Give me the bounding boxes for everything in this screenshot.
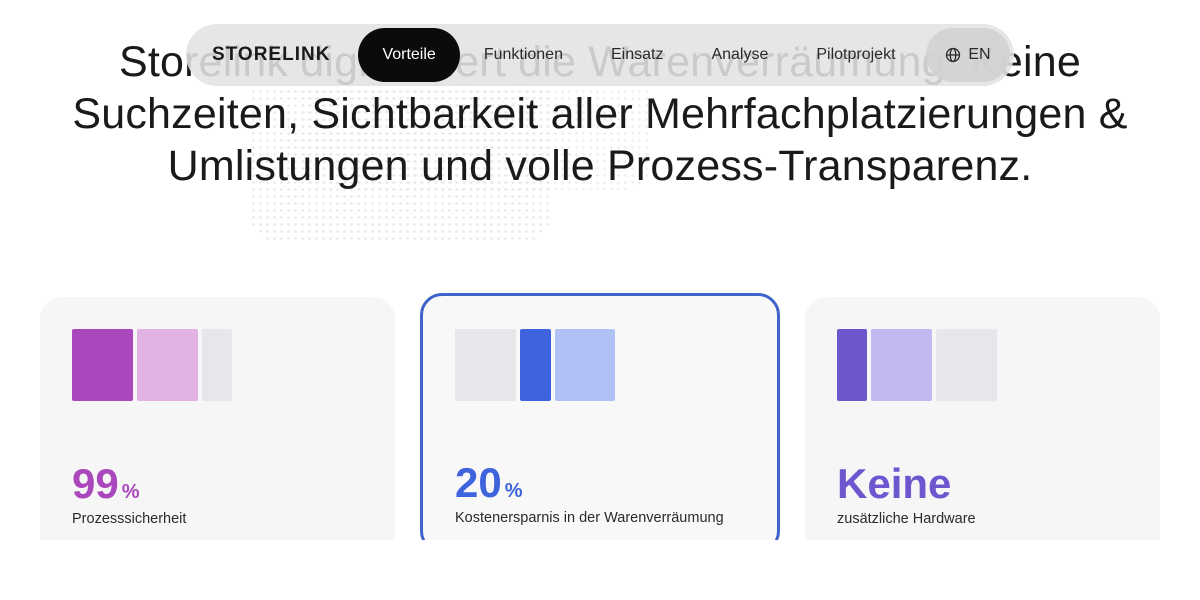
color-bars — [837, 329, 1128, 401]
storelink-logo[interactable]: STORELINK — [212, 44, 330, 66]
color-bars — [72, 329, 363, 401]
color-bar — [555, 329, 615, 401]
nav-item-analyse[interactable]: Analyse — [687, 28, 792, 82]
color-bar — [520, 329, 551, 401]
color-bar — [455, 329, 516, 401]
stat-number: 99 — [72, 460, 119, 507]
color-bar — [137, 329, 198, 401]
top-navigation: STORELINK Vorteile Funktionen Einsatz An… — [186, 24, 1014, 86]
stat-value: 99 % — [72, 462, 140, 506]
nav-item-vorteile[interactable]: Vorteile — [358, 28, 460, 82]
nav-item-einsatz[interactable]: Einsatz — [587, 28, 687, 82]
stat-card-hardware[interactable]: Keine zusätzliche Hardware — [805, 297, 1160, 557]
stat-caption: Prozesssicherheit — [72, 511, 187, 527]
color-bar — [837, 329, 867, 401]
stat-unit: % — [504, 480, 523, 502]
color-bar — [871, 329, 932, 401]
language-switch-button[interactable]: EN — [926, 28, 1010, 82]
stat-card-kostenersparnis[interactable]: 20 % Kostenersparnis in der Warenverräum… — [420, 293, 780, 553]
stat-number: Keine — [837, 460, 952, 507]
color-bars — [455, 329, 745, 401]
color-bar — [202, 329, 232, 401]
color-bar — [72, 329, 133, 401]
globe-icon — [946, 47, 961, 63]
nav-item-funktionen[interactable]: Funktionen — [460, 28, 587, 82]
language-label: EN — [968, 46, 991, 63]
stat-caption: zusätzliche Hardware — [837, 511, 976, 527]
stat-card-prozesssicherheit[interactable]: 99 % Prozesssicherheit — [40, 297, 395, 557]
stat-value: Keine — [837, 462, 954, 506]
color-bar — [936, 329, 997, 401]
stat-number: 20 — [455, 459, 502, 506]
stat-unit: % — [121, 481, 140, 503]
stat-value: 20 % — [455, 461, 523, 505]
page-fold-overlay — [0, 540, 1200, 600]
stat-caption: Kostenersparnis in der Warenverräumung — [455, 510, 724, 526]
nav-item-pilotprojekt[interactable]: Pilotprojekt — [792, 28, 919, 82]
